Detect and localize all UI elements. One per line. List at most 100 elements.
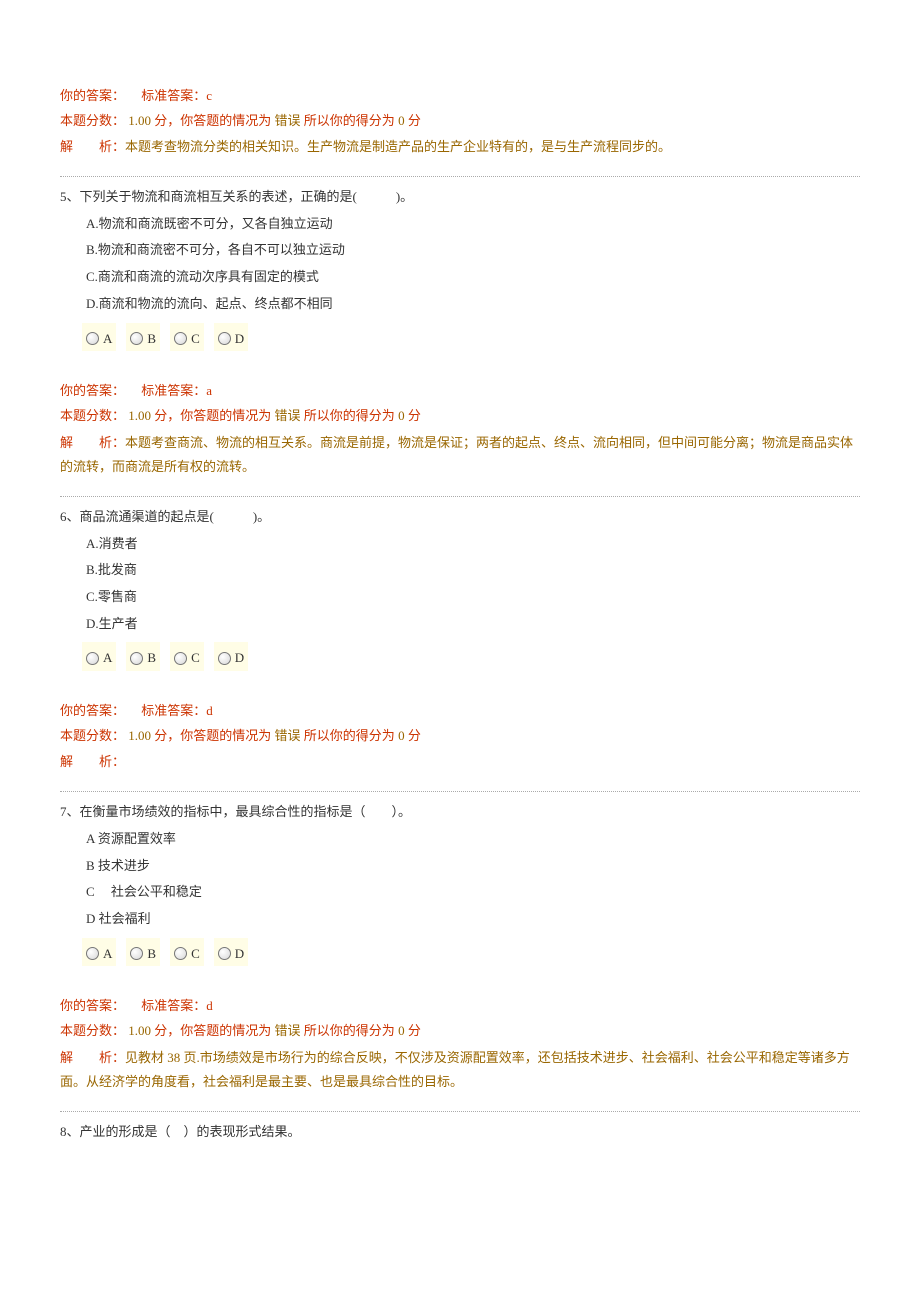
std-answer-value: c: [206, 88, 212, 103]
analysis-label: 解 析：: [60, 1050, 125, 1065]
radio-group: A B C D: [60, 323, 860, 352]
std-answer-label: 标准答案：: [141, 383, 206, 398]
analysis-label: 解 析：: [60, 139, 125, 154]
your-answer-label: 你的答案：: [60, 998, 125, 1013]
radio-a[interactable]: A: [82, 323, 116, 352]
radio-label: A: [103, 327, 112, 352]
score-suffix: 分: [408, 113, 421, 128]
got-score: 0: [398, 728, 405, 743]
radio-label: A: [103, 646, 112, 671]
radio-label: A: [103, 942, 112, 967]
option-a: A.消费者: [86, 532, 860, 557]
radio-b[interactable]: B: [126, 323, 160, 352]
radio-icon: [174, 332, 187, 345]
question-6: 6、商品流通渠道的起点是( )。 A.消费者 B.批发商 C.零售商 D.生产者…: [60, 505, 860, 792]
stem-text: 在衡量市场绩效的指标中，最具综合性的指标是（ ）。: [80, 804, 412, 819]
radio-d[interactable]: D: [214, 323, 248, 352]
question-number: 6、: [60, 509, 80, 524]
radio-icon: [174, 947, 187, 960]
answer-line: 你的答案： 标准答案：d: [60, 699, 860, 724]
radio-c[interactable]: C: [170, 323, 204, 352]
std-answer-value: d: [206, 703, 213, 718]
option-c: C.零售商: [86, 585, 860, 610]
radio-icon: [86, 947, 99, 960]
radio-b[interactable]: B: [126, 938, 160, 967]
option-a: A.物流和商流既密不可分，又各自独立运动: [86, 212, 860, 237]
question-5: 5、下列关于物流和商流相互关系的表述，正确的是( )。 A.物流和商流既密不可分…: [60, 185, 860, 497]
question-stem: 8、产业的形成是（ ）的表现形式结果。: [60, 1120, 860, 1145]
options-list: A 资源配置效率 B 技术进步 C 社会公平和稳定 D 社会福利: [60, 827, 860, 932]
score-prefix: 本题分数：: [60, 1023, 125, 1038]
status: 错误: [275, 113, 301, 128]
analysis-text: 见教材 38 页.市场绩效是市场行为的综合反映，不仅涉及资源配置效率，还包括技术…: [60, 1050, 850, 1090]
radio-a[interactable]: A: [82, 938, 116, 967]
analysis-label: 解 析：: [60, 754, 125, 769]
score-suffix: 分: [408, 728, 421, 743]
stem-text: 下列关于物流和商流相互关系的表述，正确的是( )。: [80, 189, 414, 204]
status: 错误: [275, 728, 301, 743]
score-suffix: 分: [408, 408, 421, 423]
analysis-line: 解 析：: [60, 750, 860, 775]
radio-c[interactable]: C: [170, 938, 204, 967]
stem-text: 商品流通渠道的起点是( )。: [80, 509, 271, 524]
radio-d[interactable]: D: [214, 938, 248, 967]
analysis-line: 解 析：本题考查物流分类的相关知识。生产物流是制造产品的生产企业特有的，是与生产…: [60, 135, 860, 160]
your-answer-label: 你的答案：: [60, 383, 125, 398]
radio-label: C: [191, 327, 200, 352]
answer-line: 你的答案： 标准答案：c: [60, 84, 860, 109]
radio-icon: [218, 332, 231, 345]
score-line: 本题分数： 1.00 分，你答题的情况为 错误 所以你的得分为 0 分: [60, 109, 860, 134]
radio-icon: [130, 947, 143, 960]
radio-icon: [86, 652, 99, 665]
analysis-text: 本题考查商流、物流的相互关系。商流是前提，物流是保证；两者的起点、终点、流向相同…: [60, 435, 853, 475]
option-c: C 社会公平和稳定: [86, 880, 860, 905]
option-b: B 技术进步: [86, 854, 860, 879]
score-prefix: 本题分数：: [60, 728, 125, 743]
radio-label: B: [147, 327, 156, 352]
answer-line: 你的答案： 标准答案：a: [60, 379, 860, 404]
analysis-label: 解 析：: [60, 435, 125, 450]
score-mid1: 分，你答题的情况为: [154, 728, 274, 743]
analysis-line: 解 析：见教材 38 页.市场绩效是市场行为的综合反映，不仅涉及资源配置效率，还…: [60, 1046, 860, 1095]
option-a: A 资源配置效率: [86, 827, 860, 852]
question-8: 8、产业的形成是（ ）的表现形式结果。: [60, 1120, 860, 1145]
question-number: 7、: [60, 804, 80, 819]
option-c: C.商流和商流的流动次序具有固定的模式: [86, 265, 860, 290]
radio-b[interactable]: B: [126, 642, 160, 671]
got-score: 0: [398, 1023, 405, 1038]
option-d: D.商流和物流的流向、起点、终点都不相同: [86, 292, 860, 317]
score-suffix: 分: [408, 1023, 421, 1038]
question-7: 7、在衡量市场绩效的指标中，最具综合性的指标是（ ）。 A 资源配置效率 B 技…: [60, 800, 860, 1112]
radio-icon: [130, 652, 143, 665]
full-score: 1.00: [128, 728, 151, 743]
radio-d[interactable]: D: [214, 642, 248, 671]
radio-a[interactable]: A: [82, 642, 116, 671]
radio-label: B: [147, 942, 156, 967]
std-answer-value: a: [206, 383, 212, 398]
radio-icon: [86, 332, 99, 345]
score-mid1: 分，你答题的情况为: [154, 113, 274, 128]
radio-label: C: [191, 942, 200, 967]
radio-label: C: [191, 646, 200, 671]
options-list: A.物流和商流既密不可分，又各自独立运动 B.物流和商流密不可分，各自不可以独立…: [60, 212, 860, 317]
radio-icon: [130, 332, 143, 345]
std-answer-value: d: [206, 998, 213, 1013]
score-mid2: 所以你的得分为: [304, 728, 398, 743]
question-number: 8、: [60, 1124, 80, 1139]
your-answer-label: 你的答案：: [60, 703, 125, 718]
score-line: 本题分数： 1.00 分，你答题的情况为 错误 所以你的得分为 0 分: [60, 404, 860, 429]
status: 错误: [275, 408, 301, 423]
question-stem: 5、下列关于物流和商流相互关系的表述，正确的是( )。: [60, 185, 860, 210]
score-mid2: 所以你的得分为: [304, 408, 398, 423]
radio-label: B: [147, 646, 156, 671]
radio-c[interactable]: C: [170, 642, 204, 671]
radio-group: A B C D: [60, 938, 860, 967]
radio-icon: [218, 652, 231, 665]
radio-group: A B C D: [60, 642, 860, 671]
question-stem: 6、商品流通渠道的起点是( )。: [60, 505, 860, 530]
got-score: 0: [398, 113, 405, 128]
score-mid1: 分，你答题的情况为: [154, 408, 274, 423]
score-mid2: 所以你的得分为: [304, 1023, 398, 1038]
question-number: 5、: [60, 189, 80, 204]
stem-text: 产业的形成是（ ）的表现形式结果。: [80, 1124, 301, 1139]
